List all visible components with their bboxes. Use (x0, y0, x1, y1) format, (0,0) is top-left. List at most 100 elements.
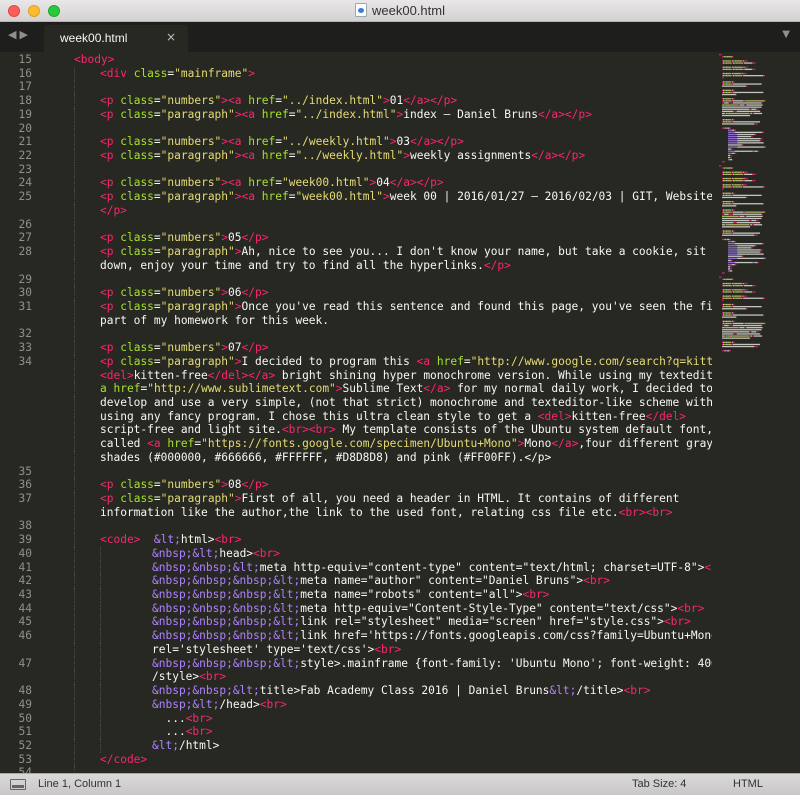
minimap-mark (762, 131, 765, 133)
code-token: meta http-equiv="Content-Style-Type" con… (300, 601, 678, 615)
code-line[interactable]: 18 <p class="numbers"><a href="../index.h… (0, 94, 712, 108)
code-line[interactable]: 38 (0, 519, 712, 534)
tab-menu-icon[interactable]: ▼ (782, 29, 790, 40)
code-line[interactable]: 31 <p class="paragraph">Once you've read … (0, 299, 712, 314)
minimap-mark (734, 264, 737, 266)
code-token: href (261, 107, 289, 121)
syntax-selector[interactable]: HTML (733, 778, 763, 790)
line-text: <p class="numbers">06</p> (100, 286, 268, 300)
minimap-mark (723, 171, 724, 173)
minimap-mark (723, 119, 724, 121)
code-line[interactable]: 16 <div class="mainframe"> (0, 66, 712, 81)
code-line[interactable]: information like the author,the link to … (0, 505, 712, 520)
minimap-mark (723, 62, 724, 64)
cursor-position[interactable]: Line 1, Column 1 (38, 778, 121, 790)
code-line[interactable]: 50 ...<br> (0, 711, 712, 726)
minimap-mark (743, 60, 745, 62)
code-line[interactable]: 17 (0, 80, 712, 95)
code-line[interactable]: 47 &nbsp;&nbsp;&nbsp;&lt;style>.mainframe… (0, 656, 712, 671)
code-line[interactable]: 35 (0, 464, 712, 479)
code-line[interactable]: script-free and light site.<br><br> My t… (0, 423, 712, 438)
minimap-mark (722, 100, 723, 102)
minimap[interactable] (712, 52, 800, 773)
code-line[interactable]: 53 </code> (0, 752, 712, 767)
minimap-mark (735, 68, 737, 70)
minimap-mark (722, 316, 737, 318)
tab-size-setting[interactable]: Tab Size: 4 (632, 778, 686, 790)
code-line[interactable]: <del>kitten-free</del></a> bright shinin… (0, 368, 712, 383)
code-line[interactable]: 15 <body> (0, 53, 712, 67)
code-line[interactable]: 46 &nbsp;&nbsp;&nbsp;&lt;link href='https… (0, 629, 712, 643)
code-line[interactable]: 44 &nbsp;&nbsp;&nbsp;&lt;meta http-equiv=… (0, 601, 712, 616)
code-line[interactable]: 45 &nbsp;&nbsp;&nbsp;&lt;link rel="styles… (0, 615, 712, 630)
code-token: ><a (221, 135, 242, 149)
code-line[interactable]: 19 <p class="paragraph"><a href="../index… (0, 107, 712, 122)
code-line[interactable]: 25 <p class="paragraph"><a href="week00.h… (0, 190, 712, 204)
code-line[interactable]: 30 <p class="numbers">06</p> (0, 286, 712, 300)
code-line[interactable]: using any fancy program. I chose this ul… (0, 409, 712, 424)
code-token: <br> (253, 546, 280, 560)
minimap-mark (754, 150, 758, 152)
code-line[interactable]: 22 <p class="paragraph"><a href="../weekl… (0, 149, 712, 163)
code-line[interactable]: 24 <p class="numbers"><a href="week00.htm… (0, 176, 712, 191)
code-line[interactable]: 32 (0, 327, 712, 342)
code-line[interactable]: a href="http://www.sublimetext.com">Subl… (0, 382, 712, 396)
panel-toggle-icon[interactable] (10, 779, 26, 790)
code-line[interactable]: 20 (0, 121, 712, 136)
code-line[interactable]: 39 <code> &lt;html><br> (0, 533, 712, 547)
code-line[interactable]: 49 &nbsp;&lt;/head><br> (0, 697, 712, 712)
code-line[interactable]: 37 <p class="paragraph">First of all, you… (0, 492, 712, 506)
tab-week00[interactable]: week00.html × (44, 25, 188, 52)
code-line[interactable]: 43 &nbsp;&nbsp;&nbsp;&lt;meta name="robot… (0, 588, 712, 602)
code-line[interactable]: /style><br> (0, 670, 712, 685)
minimap-mark (723, 60, 724, 62)
code-line[interactable]: 27 <p class="numbers">05</p> (0, 231, 712, 246)
code-line[interactable]: 26 (0, 217, 712, 232)
code-editor[interactable]: 15 <body> 16 <div class="mainframe"> 17 18 <p … (0, 52, 712, 773)
code-line[interactable]: shades (#000000, #666666, #FFFFFF, #D8D8… (0, 450, 712, 465)
minimap-mark (726, 320, 728, 322)
forward-arrow-icon[interactable]: ▶ (19, 28, 30, 41)
code-line[interactable]: 23 (0, 162, 712, 177)
code-line[interactable]: 34 <p class="paragraph">I decided to prog… (0, 354, 712, 369)
code-line[interactable]: 40 &nbsp;&lt;head><br> (0, 546, 712, 561)
code-line[interactable]: 42 &nbsp;&nbsp;&nbsp;&lt;meta name="autho… (0, 574, 712, 589)
code-line[interactable]: 51 ...<br> (0, 725, 712, 739)
minimap-mark (727, 194, 732, 196)
code-line[interactable]: called <a href="https://fonts.google.com… (0, 437, 712, 451)
minimap-mark (719, 276, 722, 278)
code-line[interactable]: down, enjoy your time and try to find al… (0, 258, 712, 273)
code-token: = (153, 299, 161, 313)
code-line[interactable]: 36 <p class="numbers">08</p> (0, 478, 712, 492)
minimap-mark (742, 184, 744, 186)
code-line[interactable]: 41 &nbsp;&nbsp;&lt;meta http-equiv="conte… (0, 560, 712, 575)
code-line[interactable]: part of my homework for this week. (0, 313, 712, 328)
back-arrow-icon[interactable]: ◀ (8, 28, 19, 41)
minimap-mark (732, 303, 735, 306)
code-line[interactable]: 33 <p class="numbers">07</p> (0, 341, 712, 355)
minimap-mark (743, 173, 744, 175)
code-line[interactable]: 48 &nbsp;&nbsp;&lt;title>Fab Academy Clas… (0, 684, 712, 698)
code-line[interactable]: develop and use a very simple, (not that… (0, 395, 712, 410)
code-line[interactable]: 54 (0, 766, 712, 773)
code-line[interactable]: 28 <p class="paragraph">Ah, nice to see y… (0, 245, 712, 259)
minimap-mark (730, 230, 732, 232)
code-token: = (463, 354, 471, 368)
minimap-mark (723, 278, 725, 280)
minimap-mark (722, 188, 724, 190)
minimap-mark (728, 150, 735, 152)
minimap-mark (724, 291, 727, 293)
code-line[interactable]: 21 <p class="numbers"><a href="../weekly.… (0, 135, 712, 150)
code-line[interactable]: rel='stylesheet' type='text/css'><br> (0, 642, 712, 657)
code-line[interactable]: 52 &lt;/html> (0, 738, 712, 753)
code-line[interactable]: 29 (0, 272, 712, 287)
code-line[interactable]: </p> (0, 203, 712, 218)
code-token: <br> (185, 725, 213, 739)
minimap-preview (719, 54, 766, 352)
minimap-mark (727, 285, 732, 287)
minimap-mark (727, 180, 732, 182)
minimap-mark (724, 306, 727, 308)
minimap-mark (728, 154, 731, 157)
close-tab-icon[interactable]: × (166, 30, 176, 44)
code-token: &lt; (153, 533, 181, 547)
